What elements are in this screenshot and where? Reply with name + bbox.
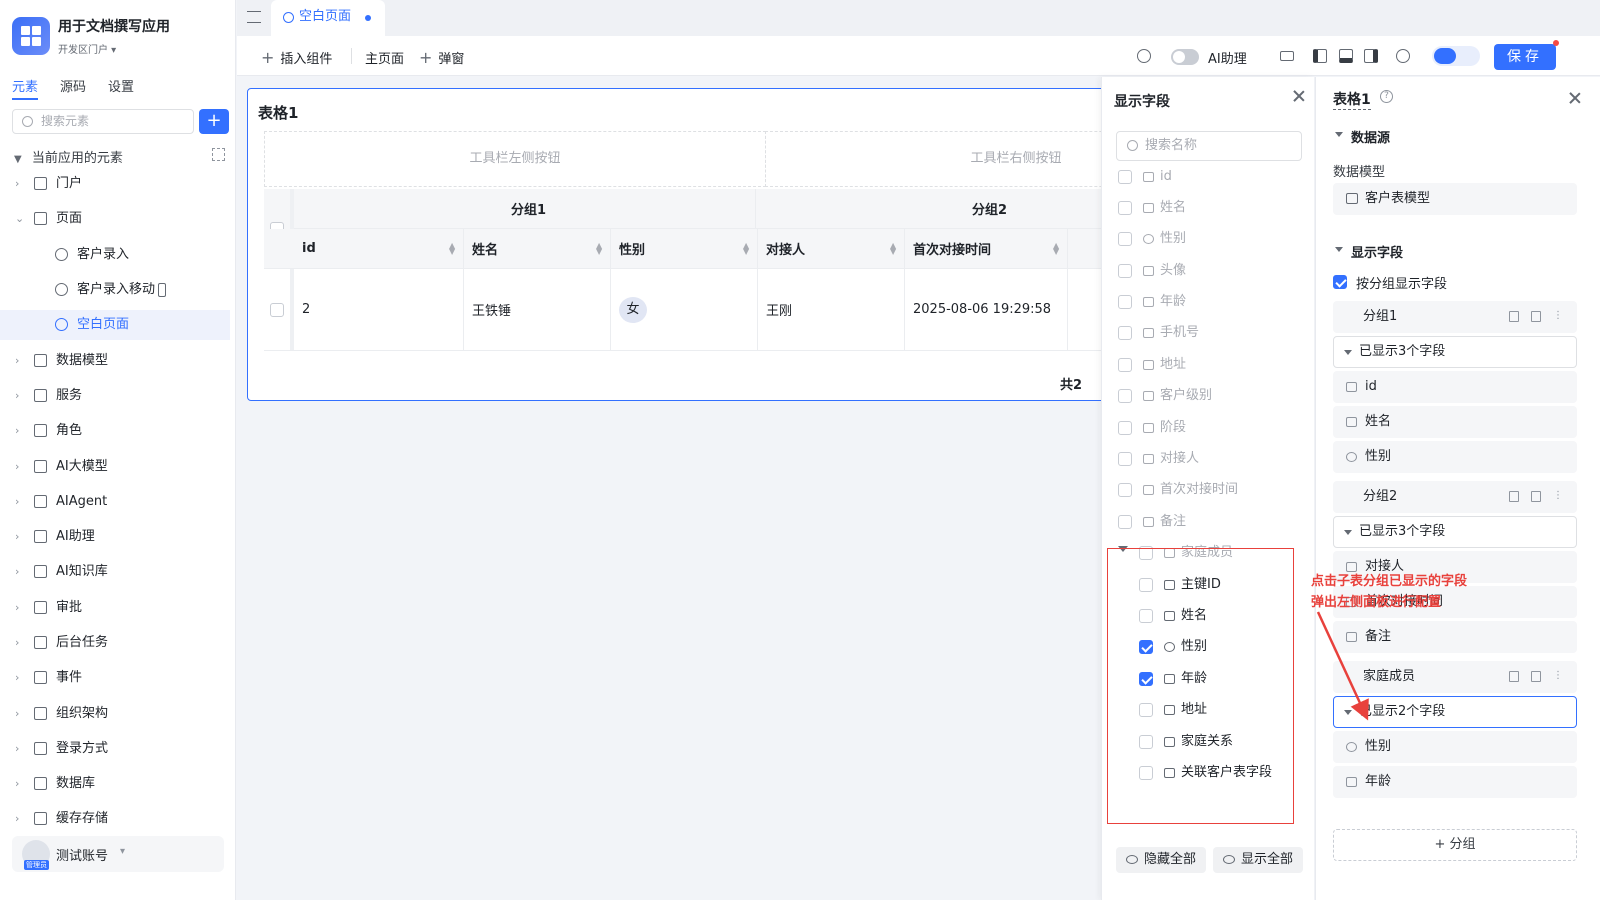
annotation-arrow: [1316, 611, 1369, 721]
